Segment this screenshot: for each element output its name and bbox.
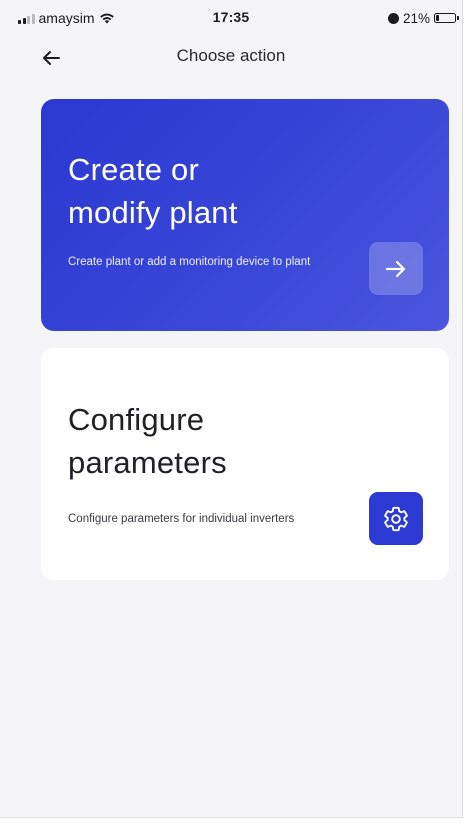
create-plant-arrow-button[interactable] <box>369 242 423 295</box>
configure-gear-button[interactable] <box>369 492 423 545</box>
card-title: Create or modify plant <box>68 148 238 234</box>
card-title-line: parameters <box>68 445 227 480</box>
create-modify-plant-card[interactable]: Create or modify plant Create plant or a… <box>41 99 449 331</box>
app-screen: amaysim 17:35 21% Choose action Create o… <box>0 0 463 818</box>
configure-parameters-card[interactable]: Configure parameters Configure parameter… <box>41 348 449 580</box>
card-title-line: Configure <box>68 402 205 437</box>
battery-level <box>436 15 439 21</box>
page-title: Choose action <box>176 46 286 65</box>
status-bar: amaysim 17:35 21% <box>0 0 462 34</box>
status-bar-right: 21% <box>387 10 459 26</box>
gear-icon <box>384 506 408 531</box>
battery-icon <box>434 13 459 23</box>
alarm-icon <box>387 12 399 24</box>
arrow-right-icon <box>385 260 406 277</box>
card-title-line: modify plant <box>68 195 238 230</box>
card-title-line: Create or <box>68 152 200 187</box>
card-description: Configure parameters for individual inve… <box>68 513 295 525</box>
card-title: Configure parameters <box>68 398 227 484</box>
battery-percent: 21% <box>402 10 430 26</box>
card-description: Create plant or add a monitoring device … <box>68 256 311 268</box>
